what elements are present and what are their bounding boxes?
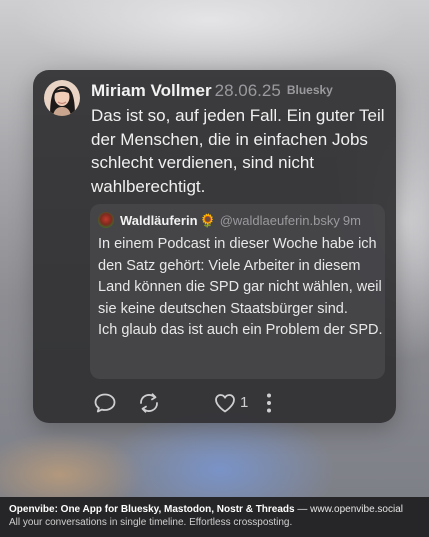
network-label: Bluesky: [286, 83, 333, 97]
author-name[interactable]: Miriam Vollmer: [91, 81, 212, 100]
user-avatar-photo-icon: [44, 80, 80, 116]
more-options-icon[interactable]: [263, 392, 275, 414]
repost-icon[interactable]: [137, 392, 161, 414]
author-avatar[interactable]: [44, 80, 80, 116]
quoted-author-name[interactable]: Waldläuferin: [120, 213, 198, 228]
post-card[interactable]: Miriam Vollmer 28.06.25 Bluesky Das ist so…: [33, 70, 396, 423]
post-text: Das ist so, auf jeden Fall. Ein guter Te…: [91, 106, 385, 196]
post-header: Miriam Vollmer 28.06.25 Bluesky: [91, 80, 391, 103]
quoted-author-handle: @waldlaeuferin.bsky: [219, 213, 340, 228]
reply-icon[interactable]: [93, 392, 117, 414]
like-count: 1: [240, 394, 249, 411]
sunflower-emoji: 🌻: [199, 213, 216, 228]
promo-footer: Openvibe: One App for Bluesky, Mastodon,…: [0, 497, 429, 537]
footer-url[interactable]: www.openvibe.social: [310, 504, 403, 515]
like-icon[interactable]: [213, 392, 237, 414]
footer-brand-line: Openvibe: One App for Bluesky, Mastodon,…: [9, 503, 403, 516]
footer-brand: Openvibe: One App for Bluesky, Mastodon,…: [9, 504, 295, 515]
post-date: 28.06.25: [214, 81, 281, 100]
footer-tagline: All your conversations in single timelin…: [9, 517, 293, 528]
quoted-post-time: 9m: [342, 213, 361, 228]
quoted-author-avatar[interactable]: [98, 212, 114, 228]
quoted-post-header: Waldläuferin 🌻 @waldlaeuferin.bsky 9m: [98, 212, 383, 230]
quoted-post[interactable]: Waldläuferin 🌻 @waldlaeuferin.bsky 9m In ei…: [90, 204, 385, 379]
footer-separator: —: [294, 504, 311, 515]
quoted-post-text: In einem Podcast in dieser Woche habe ic…: [98, 236, 383, 338]
